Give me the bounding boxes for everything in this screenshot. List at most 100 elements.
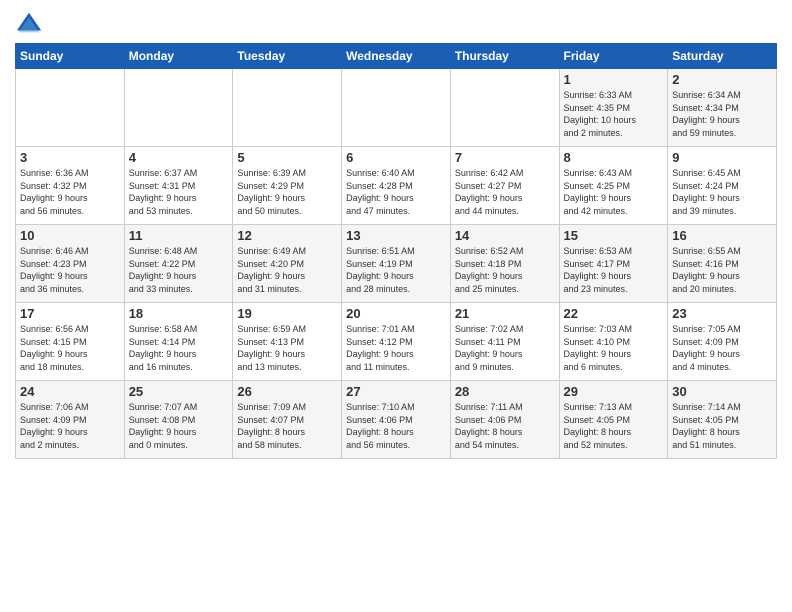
header-tuesday: Tuesday xyxy=(233,44,342,69)
day-number: 7 xyxy=(455,150,555,165)
calendar-cell: 3 Sunrise: 6:36 AM Sunset: 4:32 PM Daylig… xyxy=(16,147,125,225)
calendar-week-row: 1 Sunrise: 6:33 AM Sunset: 4:35 PM Daylig… xyxy=(16,69,777,147)
day-number: 20 xyxy=(346,306,446,321)
calendar-cell: 7 Sunrise: 6:42 AM Sunset: 4:27 PM Daylig… xyxy=(450,147,559,225)
day-number: 23 xyxy=(672,306,772,321)
calendar-cell: 30 Sunrise: 7:14 AM Sunset: 4:05 PM Dayli… xyxy=(668,381,777,459)
day-info: Sunrise: 7:03 AM Sunset: 4:10 PM Dayligh… xyxy=(564,323,664,373)
calendar-cell: 12 Sunrise: 6:49 AM Sunset: 4:20 PM Dayli… xyxy=(233,225,342,303)
day-info: Sunrise: 6:59 AM Sunset: 4:13 PM Dayligh… xyxy=(237,323,337,373)
page-container: SundayMondayTuesdayWednesdayThursdayFrid… xyxy=(0,0,792,464)
calendar-cell: 11Sunrise: 6:48 AM Sunset: 4:22 PM Dayli… xyxy=(124,225,233,303)
calendar-cell: 6 Sunrise: 6:40 AM Sunset: 4:28 PM Daylig… xyxy=(342,147,451,225)
day-info: Sunrise: 6:46 AM Sunset: 4:23 PM Dayligh… xyxy=(20,245,120,295)
day-number: 15 xyxy=(564,228,664,243)
calendar-cell: 10Sunrise: 6:46 AM Sunset: 4:23 PM Dayli… xyxy=(16,225,125,303)
day-info: Sunrise: 6:52 AM Sunset: 4:18 PM Dayligh… xyxy=(455,245,555,295)
calendar-cell: 21Sunrise: 7:02 AM Sunset: 4:11 PM Dayli… xyxy=(450,303,559,381)
day-number: 16 xyxy=(672,228,772,243)
header-friday: Friday xyxy=(559,44,668,69)
day-number: 3 xyxy=(20,150,120,165)
day-number: 24 xyxy=(20,384,120,399)
header-sunday: Sunday xyxy=(16,44,125,69)
day-info: Sunrise: 6:33 AM Sunset: 4:35 PM Dayligh… xyxy=(564,89,664,139)
day-number: 28 xyxy=(455,384,555,399)
day-info: Sunrise: 7:10 AM Sunset: 4:06 PM Dayligh… xyxy=(346,401,446,451)
day-number: 14 xyxy=(455,228,555,243)
day-number: 26 xyxy=(237,384,337,399)
calendar-cell xyxy=(16,69,125,147)
day-info: Sunrise: 6:58 AM Sunset: 4:14 PM Dayligh… xyxy=(129,323,229,373)
calendar-cell: 2 Sunrise: 6:34 AM Sunset: 4:34 PM Daylig… xyxy=(668,69,777,147)
day-number: 4 xyxy=(129,150,229,165)
day-info: Sunrise: 7:02 AM Sunset: 4:11 PM Dayligh… xyxy=(455,323,555,373)
day-info: Sunrise: 6:49 AM Sunset: 4:20 PM Dayligh… xyxy=(237,245,337,295)
calendar-week-row: 10Sunrise: 6:46 AM Sunset: 4:23 PM Dayli… xyxy=(16,225,777,303)
header-monday: Monday xyxy=(124,44,233,69)
day-number: 17 xyxy=(20,306,120,321)
calendar-header-row: SundayMondayTuesdayWednesdayThursdayFrid… xyxy=(16,44,777,69)
calendar-cell: 14 Sunrise: 6:52 AM Sunset: 4:18 PM Dayli… xyxy=(450,225,559,303)
day-number: 6 xyxy=(346,150,446,165)
calendar-cell: 9 Sunrise: 6:45 AM Sunset: 4:24 PM Daylig… xyxy=(668,147,777,225)
calendar-week-row: 17Sunrise: 6:56 AM Sunset: 4:15 PM Dayli… xyxy=(16,303,777,381)
day-info: Sunrise: 6:34 AM Sunset: 4:34 PM Dayligh… xyxy=(672,89,772,139)
day-info: Sunrise: 6:37 AM Sunset: 4:31 PM Dayligh… xyxy=(129,167,229,217)
calendar-cell: 4 Sunrise: 6:37 AM Sunset: 4:31 PM Daylig… xyxy=(124,147,233,225)
day-info: Sunrise: 6:40 AM Sunset: 4:28 PM Dayligh… xyxy=(346,167,446,217)
day-info: Sunrise: 7:13 AM Sunset: 4:05 PM Dayligh… xyxy=(564,401,664,451)
day-number: 9 xyxy=(672,150,772,165)
calendar-cell xyxy=(342,69,451,147)
day-info: Sunrise: 7:09 AM Sunset: 4:07 PM Dayligh… xyxy=(237,401,337,451)
header-saturday: Saturday xyxy=(668,44,777,69)
day-info: Sunrise: 7:14 AM Sunset: 4:05 PM Dayligh… xyxy=(672,401,772,451)
header-wednesday: Wednesday xyxy=(342,44,451,69)
day-number: 2 xyxy=(672,72,772,87)
calendar-cell: 8 Sunrise: 6:43 AM Sunset: 4:25 PM Daylig… xyxy=(559,147,668,225)
header xyxy=(15,10,777,38)
day-info: Sunrise: 7:05 AM Sunset: 4:09 PM Dayligh… xyxy=(672,323,772,373)
header-thursday: Thursday xyxy=(450,44,559,69)
day-info: Sunrise: 6:43 AM Sunset: 4:25 PM Dayligh… xyxy=(564,167,664,217)
day-info: Sunrise: 7:01 AM Sunset: 4:12 PM Dayligh… xyxy=(346,323,446,373)
day-info: Sunrise: 6:39 AM Sunset: 4:29 PM Dayligh… xyxy=(237,167,337,217)
day-info: Sunrise: 6:53 AM Sunset: 4:17 PM Dayligh… xyxy=(564,245,664,295)
calendar-cell: 20 Sunrise: 7:01 AM Sunset: 4:12 PM Dayli… xyxy=(342,303,451,381)
logo-icon xyxy=(15,10,43,38)
day-info: Sunrise: 6:55 AM Sunset: 4:16 PM Dayligh… xyxy=(672,245,772,295)
calendar-cell xyxy=(450,69,559,147)
calendar-table: SundayMondayTuesdayWednesdayThursdayFrid… xyxy=(15,43,777,459)
calendar-cell: 1 Sunrise: 6:33 AM Sunset: 4:35 PM Daylig… xyxy=(559,69,668,147)
calendar-cell: 16 Sunrise: 6:55 AM Sunset: 4:16 PM Dayli… xyxy=(668,225,777,303)
day-info: Sunrise: 6:42 AM Sunset: 4:27 PM Dayligh… xyxy=(455,167,555,217)
calendar-cell: 5 Sunrise: 6:39 AM Sunset: 4:29 PM Daylig… xyxy=(233,147,342,225)
day-info: Sunrise: 7:06 AM Sunset: 4:09 PM Dayligh… xyxy=(20,401,120,451)
day-number: 25 xyxy=(129,384,229,399)
calendar-cell: 26 Sunrise: 7:09 AM Sunset: 4:07 PM Dayli… xyxy=(233,381,342,459)
day-number: 29 xyxy=(564,384,664,399)
day-info: Sunrise: 6:48 AM Sunset: 4:22 PM Dayligh… xyxy=(129,245,229,295)
day-number: 8 xyxy=(564,150,664,165)
calendar-cell: 27Sunrise: 7:10 AM Sunset: 4:06 PM Dayli… xyxy=(342,381,451,459)
calendar-cell: 19 Sunrise: 6:59 AM Sunset: 4:13 PM Dayli… xyxy=(233,303,342,381)
day-number: 19 xyxy=(237,306,337,321)
calendar-cell: 29 Sunrise: 7:13 AM Sunset: 4:05 PM Dayli… xyxy=(559,381,668,459)
day-info: Sunrise: 6:36 AM Sunset: 4:32 PM Dayligh… xyxy=(20,167,120,217)
calendar-week-row: 24 Sunrise: 7:06 AM Sunset: 4:09 PM Dayli… xyxy=(16,381,777,459)
calendar-cell: 23 Sunrise: 7:05 AM Sunset: 4:09 PM Dayli… xyxy=(668,303,777,381)
day-number: 12 xyxy=(237,228,337,243)
day-number: 18 xyxy=(129,306,229,321)
calendar-cell xyxy=(233,69,342,147)
day-info: Sunrise: 6:45 AM Sunset: 4:24 PM Dayligh… xyxy=(672,167,772,217)
day-info: Sunrise: 6:51 AM Sunset: 4:19 PM Dayligh… xyxy=(346,245,446,295)
calendar-cell: 24 Sunrise: 7:06 AM Sunset: 4:09 PM Dayli… xyxy=(16,381,125,459)
day-number: 1 xyxy=(564,72,664,87)
day-number: 5 xyxy=(237,150,337,165)
calendar-cell: 25Sunrise: 7:07 AM Sunset: 4:08 PM Dayli… xyxy=(124,381,233,459)
calendar-cell: 13Sunrise: 6:51 AM Sunset: 4:19 PM Dayli… xyxy=(342,225,451,303)
calendar-cell: 18 Sunrise: 6:58 AM Sunset: 4:14 PM Dayli… xyxy=(124,303,233,381)
day-number: 22 xyxy=(564,306,664,321)
calendar-cell: 28Sunrise: 7:11 AM Sunset: 4:06 PM Dayli… xyxy=(450,381,559,459)
logo xyxy=(15,10,46,38)
day-number: 30 xyxy=(672,384,772,399)
